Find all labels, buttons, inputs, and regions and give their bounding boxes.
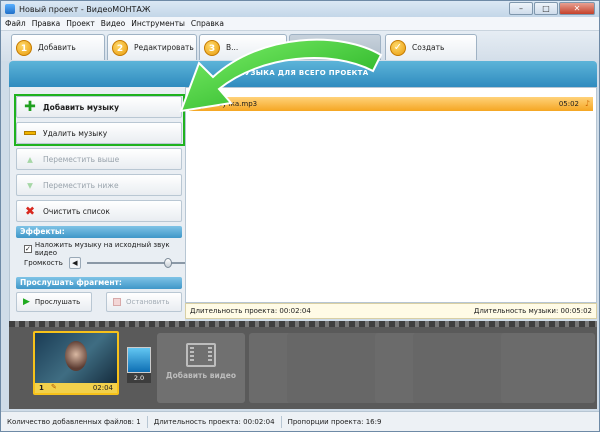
step-3-icon: 3: [204, 39, 220, 56]
clip-duration: 02:04: [92, 384, 113, 392]
app-window: Новый проект - ВидеоМОНТАЖ – □ ✕ Файл Пр…: [0, 0, 600, 432]
clip-info-bar: 1 ✎ 02:04: [35, 383, 117, 393]
duration-bar: Длительность проекта: 00:02:04 Длительно…: [185, 303, 597, 319]
add-music-label: Добавить музыку: [43, 102, 119, 112]
move-down-label: Переместить ниже: [43, 180, 119, 190]
maximize-button[interactable]: □: [534, 2, 558, 15]
volume-slider-thumb[interactable]: [163, 258, 172, 268]
overlay-label: Наложить музыку на исходный звук видео: [34, 241, 170, 257]
tab-music-label: Музыка: [316, 43, 346, 52]
pencil-icon[interactable]: ✎: [51, 383, 57, 391]
tab-edit-label: Редактировать: [134, 43, 194, 52]
menu-project[interactable]: Проект: [66, 19, 95, 28]
track-row[interactable]: ▶ Озвучка.mp3 05:02 ♪: [189, 97, 593, 111]
volume-label: Громкость: [24, 259, 63, 267]
stop-icon: [113, 298, 121, 306]
track-play-icon[interactable]: ▶: [193, 99, 203, 109]
music-playlist[interactable]: ▶ Озвучка.mp3 05:02 ♪: [185, 87, 597, 303]
music-note-icon: ♪: [584, 99, 590, 108]
tab-step-3-label: В...: [226, 43, 239, 52]
app-icon: [5, 4, 15, 14]
menu-edit[interactable]: Правка: [32, 19, 61, 28]
add-video-slot[interactable]: Добавить видео: [157, 333, 245, 403]
menu-file[interactable]: Файл: [5, 19, 26, 28]
menu-bar: Файл Правка Проект Видео Инструменты Спр…: [1, 17, 599, 31]
menu-help[interactable]: Справка: [191, 19, 224, 28]
timeline[interactable]: 1 ✎ 02:04 2.0 Добавить видео: [9, 321, 597, 409]
move-up-label: Переместить выше: [43, 154, 120, 164]
arrow-down-icon: ▼: [27, 180, 33, 190]
empty-slot: [541, 333, 595, 403]
window-controls: – □ ✕: [509, 2, 595, 15]
project-duration: Длительность проекта: 00:02:04: [190, 307, 311, 315]
status-aspect: Пропорции проекта: 16:9: [287, 417, 382, 426]
speaker-icon[interactable]: ◀: [68, 257, 81, 269]
remove-music-button[interactable]: Удалить музыку: [16, 122, 182, 144]
transition-thumbnail[interactable]: [127, 347, 151, 373]
tab-create-label: Создать: [412, 43, 445, 52]
move-up-button[interactable]: ▲ Переместить выше: [16, 148, 182, 170]
close-button[interactable]: ✕: [559, 2, 595, 15]
overlay-checkbox[interactable]: ✓: [24, 245, 32, 253]
section-title: МУЗЫКА ДЛЯ ВСЕГО ПРОЕКТА: [237, 69, 369, 77]
plus-icon: ✚: [24, 99, 36, 115]
status-bar: Количество добавленных файлов: 1 Длитель…: [1, 411, 599, 431]
menu-video[interactable]: Видео: [101, 19, 125, 28]
listen-button[interactable]: ▶ Прослушать: [16, 292, 92, 312]
filmstrip-border: [9, 321, 597, 327]
clip-thumbnail: [65, 341, 87, 371]
tab-add-label: Добавить: [38, 43, 76, 52]
add-music-button[interactable]: ✚ Добавить музыку: [16, 96, 182, 118]
title-bar[interactable]: Новый проект - ВидеоМОНТАЖ – □ ✕: [1, 1, 599, 17]
red-x-icon: ✖: [24, 204, 36, 218]
tab-music[interactable]: 4 Музыка: [289, 34, 381, 60]
stop-label: Остановить: [126, 298, 170, 306]
window-title: Новый проект - ВидеоМОНТАЖ: [19, 4, 151, 14]
check-icon: ✓: [390, 39, 406, 56]
section-header: МУЗЫКА ДЛЯ ВСЕГО ПРОЕКТА: [9, 61, 597, 87]
overlay-music-option[interactable]: ✓ Наложить музыку на исходный звук видео: [24, 241, 185, 257]
track-duration: 05:02: [558, 100, 579, 108]
move-down-button[interactable]: ▼ Переместить ниже: [16, 174, 182, 196]
step-2-icon: 2: [112, 39, 128, 56]
minimize-button[interactable]: –: [509, 2, 533, 15]
menu-tools[interactable]: Инструменты: [131, 19, 185, 28]
clear-list-label: Очистить список: [43, 206, 110, 216]
tab-strip: 1 Добавить 2 Редактировать 3 В... 4 Музы…: [1, 31, 599, 61]
add-video-label: Добавить видео: [165, 371, 237, 380]
preview-heading: Прослушать фрагмент:: [16, 277, 182, 289]
remove-music-label: Удалить музыку: [43, 128, 108, 138]
track-name: Озвучка.mp3: [209, 100, 258, 108]
listen-label: Прослушать: [34, 298, 81, 306]
effects-heading: Эффекты:: [16, 226, 182, 238]
music-duration: Длительность музыки: 00:05:02: [473, 307, 592, 315]
video-clip[interactable]: 1 ✎ 02:04: [33, 331, 119, 395]
play-icon: ▶: [23, 297, 30, 307]
tab-step-3[interactable]: 3 В...: [199, 34, 287, 60]
tab-add[interactable]: 1 Добавить: [11, 34, 105, 60]
clear-list-button[interactable]: ✖ Очистить список: [16, 200, 182, 222]
minus-icon: [23, 126, 37, 140]
step-4-icon: 4: [294, 39, 310, 56]
status-files-count: Количество добавленных файлов: 1: [1, 415, 148, 428]
arrow-up-icon: ▲: [27, 154, 33, 164]
tab-create[interactable]: ✓ Создать: [385, 34, 477, 60]
music-controls-panel: ✚ Добавить музыку Удалить музыку ▲ Перем…: [9, 87, 191, 321]
step-1-icon: 1: [16, 39, 32, 56]
film-icon: [186, 343, 216, 367]
clip-number: 1: [39, 384, 44, 392]
transition-duration: 2.0: [127, 373, 151, 383]
volume-row: Громкость ◀: [24, 257, 191, 269]
stop-button[interactable]: Остановить: [106, 292, 182, 312]
status-project-duration: Длительность проекта: 00:02:04: [148, 415, 282, 428]
volume-slider[interactable]: [86, 258, 191, 268]
tab-edit[interactable]: 2 Редактировать: [107, 34, 197, 60]
